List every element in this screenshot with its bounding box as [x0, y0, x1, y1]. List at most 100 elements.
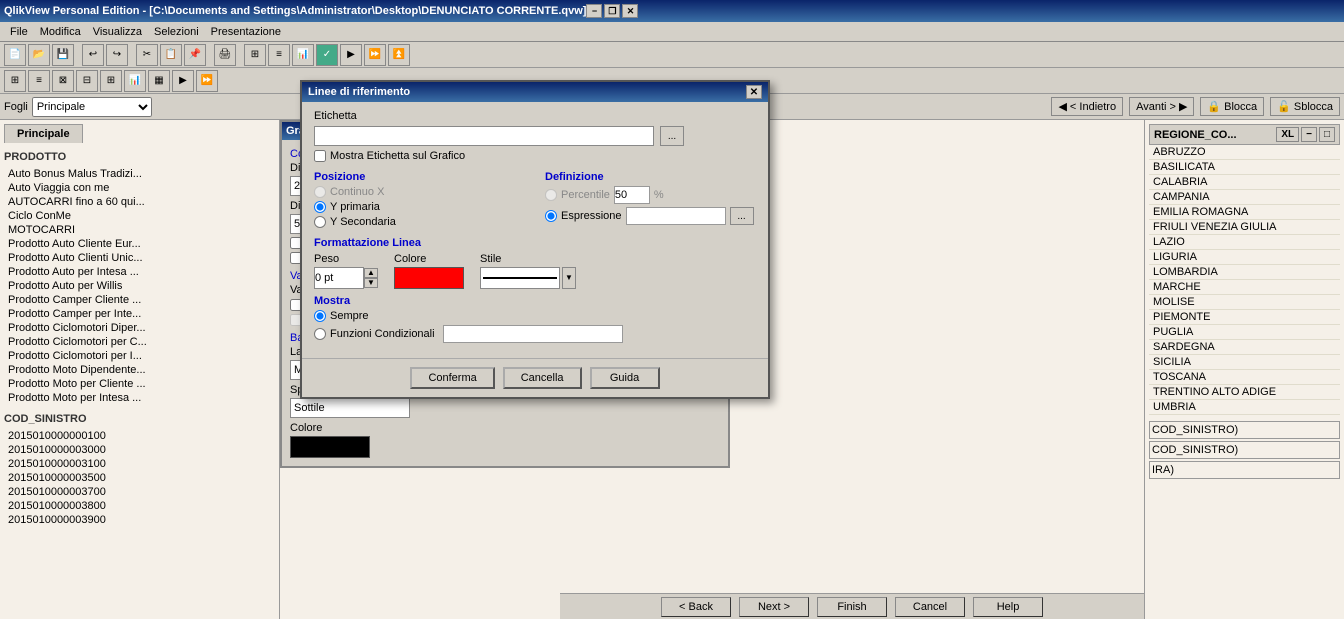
sidebar-item-14[interactable]: Prodotto Moto Dipendente...: [4, 363, 275, 377]
regione-item-6[interactable]: LAZIO: [1149, 235, 1340, 250]
sempre-radio[interactable]: [314, 310, 326, 322]
cancel-nav-button[interactable]: Cancel: [895, 597, 965, 617]
lock-button[interactable]: 🔒 Blocca: [1200, 97, 1264, 116]
back-nav-button[interactable]: < Back: [661, 597, 731, 617]
undo-button[interactable]: ↩: [82, 44, 104, 66]
y-secondaria-radio[interactable]: [314, 216, 326, 228]
regione-item-11[interactable]: PIEMONTE: [1149, 310, 1340, 325]
menu-presentazione[interactable]: Presentazione: [205, 24, 287, 40]
espressione-input[interactable]: [626, 207, 726, 225]
sidebar-item-9[interactable]: Prodotto Camper Cliente ...: [4, 293, 275, 307]
minus-button[interactable]: −: [1301, 127, 1317, 142]
sidebar-item-3[interactable]: Ciclo ConMe: [4, 209, 275, 223]
tb2-d[interactable]: ⊟: [76, 70, 98, 92]
cod-item-4[interactable]: 2015010000003700: [4, 485, 275, 499]
sidebar-item-4[interactable]: MOTOCARRI: [4, 223, 275, 237]
tb-btn-f[interactable]: ⏩: [364, 44, 386, 66]
regione-item-3[interactable]: CAMPANIA: [1149, 190, 1340, 205]
copy-button[interactable]: 📋: [160, 44, 182, 66]
next-nav-button[interactable]: Next >: [739, 597, 809, 617]
tb-btn-b[interactable]: ≡: [268, 44, 290, 66]
help-nav-button[interactable]: Help: [973, 597, 1043, 617]
resize-button[interactable]: □: [1319, 127, 1335, 142]
forward-button[interactable]: Avanti > ▶: [1129, 97, 1194, 116]
sidebar-item-2[interactable]: AUTOCARRI fino a 60 qui...: [4, 195, 275, 209]
sidebar-item-1[interactable]: Auto Viaggia con me: [4, 181, 275, 195]
tb2-i[interactable]: ⏩: [196, 70, 218, 92]
modal-close-button[interactable]: ✕: [746, 85, 762, 99]
tb2-c[interactable]: ⊠: [52, 70, 74, 92]
tb2-g[interactable]: ▦: [148, 70, 170, 92]
regione-item-2[interactable]: CALABRIA: [1149, 175, 1340, 190]
cod-item-1[interactable]: 2015010000003000: [4, 443, 275, 457]
regione-item-10[interactable]: MOLISE: [1149, 295, 1340, 310]
peso-input[interactable]: [314, 267, 364, 289]
regione-item-15[interactable]: TOSCANA: [1149, 370, 1340, 385]
unlock-button[interactable]: 🔓 Sblocca: [1270, 97, 1340, 116]
funzioni-radio[interactable]: [314, 328, 326, 340]
tb-btn-c[interactable]: 📊: [292, 44, 314, 66]
sheet-select[interactable]: Principale: [32, 97, 152, 117]
percentile-input[interactable]: [614, 186, 650, 204]
percentile-radio[interactable]: [545, 189, 557, 201]
y-primaria-radio[interactable]: [314, 201, 326, 213]
colore-box[interactable]: [290, 436, 370, 458]
cut-button[interactable]: ✂: [136, 44, 158, 66]
regione-item-7[interactable]: LIGURIA: [1149, 250, 1340, 265]
menu-file[interactable]: File: [4, 24, 34, 40]
redo-button[interactable]: ↪: [106, 44, 128, 66]
stile-dropdown[interactable]: ▼: [562, 267, 576, 289]
sidebar-item-11[interactable]: Prodotto Ciclomotori Diper...: [4, 321, 275, 335]
menu-modifica[interactable]: Modifica: [34, 24, 87, 40]
cod-item-2[interactable]: 2015010000003100: [4, 457, 275, 471]
cod-item-6[interactable]: 2015010000003900: [4, 513, 275, 527]
guida-button[interactable]: Guida: [590, 367, 660, 389]
regione-item-14[interactable]: SICILIA: [1149, 355, 1340, 370]
tb2-f[interactable]: 📊: [124, 70, 146, 92]
etichetta-input[interactable]: [314, 126, 654, 146]
tb-btn-d[interactable]: ✓: [316, 44, 338, 66]
stile-select[interactable]: [480, 267, 560, 289]
xl-button[interactable]: XL: [1276, 127, 1299, 142]
tb-btn-a[interactable]: ⊞: [244, 44, 266, 66]
tb-btn-e[interactable]: ▶: [340, 44, 362, 66]
sidebar-item-5[interactable]: Prodotto Auto Cliente Eur...: [4, 237, 275, 251]
regione-item-17[interactable]: UMBRIA: [1149, 400, 1340, 415]
mostra-etichetta-checkbox[interactable]: [314, 150, 326, 162]
peso-down[interactable]: ▼: [364, 278, 378, 288]
cancella-button[interactable]: Cancella: [503, 367, 582, 389]
save-button[interactable]: 💾: [52, 44, 74, 66]
sidebar-item-16[interactable]: Prodotto Moto per Intesa ...: [4, 391, 275, 405]
regione-item-1[interactable]: BASILICATA: [1149, 160, 1340, 175]
continuo-x-radio[interactable]: [314, 186, 326, 198]
regione-item-8[interactable]: LOMBARDIA: [1149, 265, 1340, 280]
regione-item-12[interactable]: PUGLIA: [1149, 325, 1340, 340]
conferma-button[interactable]: Conferma: [410, 367, 494, 389]
close-button[interactable]: ✕: [622, 4, 638, 18]
etichetta-browse-button[interactable]: ...: [660, 126, 684, 146]
sidebar-tab-principale[interactable]: Principale: [4, 124, 83, 143]
restore-button[interactable]: ❐: [604, 4, 620, 18]
regione-item-16[interactable]: TRENTINO ALTO ADIGE: [1149, 385, 1340, 400]
cod-item-3[interactable]: 2015010000003500: [4, 471, 275, 485]
paste-button[interactable]: 📌: [184, 44, 206, 66]
regione-item-0[interactable]: ABRUZZO: [1149, 145, 1340, 160]
regione-item-13[interactable]: SARDEGNA: [1149, 340, 1340, 355]
peso-up[interactable]: ▲: [364, 268, 378, 278]
print-button[interactable]: 🖨: [214, 44, 236, 66]
funzioni-input[interactable]: [443, 325, 623, 343]
menu-visualizza[interactable]: Visualizza: [87, 24, 148, 40]
regione-item-4[interactable]: EMILIA ROMAGNA: [1149, 205, 1340, 220]
tb2-a[interactable]: ⊞: [4, 70, 26, 92]
tb2-h[interactable]: ▶: [172, 70, 194, 92]
sidebar-item-8[interactable]: Prodotto Auto per Willis: [4, 279, 275, 293]
sidebar-item-15[interactable]: Prodotto Moto per Cliente ...: [4, 377, 275, 391]
regione-item-9[interactable]: MARCHE: [1149, 280, 1340, 295]
colore-picker[interactable]: [394, 267, 464, 289]
new-button[interactable]: 📄: [4, 44, 26, 66]
tb-btn-g[interactable]: ⏫: [388, 44, 410, 66]
menu-selezioni[interactable]: Selezioni: [148, 24, 205, 40]
finish-nav-button[interactable]: Finish: [817, 597, 887, 617]
back-button[interactable]: ◀ < Indietro: [1051, 97, 1123, 116]
tb2-e[interactable]: ⊞: [100, 70, 122, 92]
